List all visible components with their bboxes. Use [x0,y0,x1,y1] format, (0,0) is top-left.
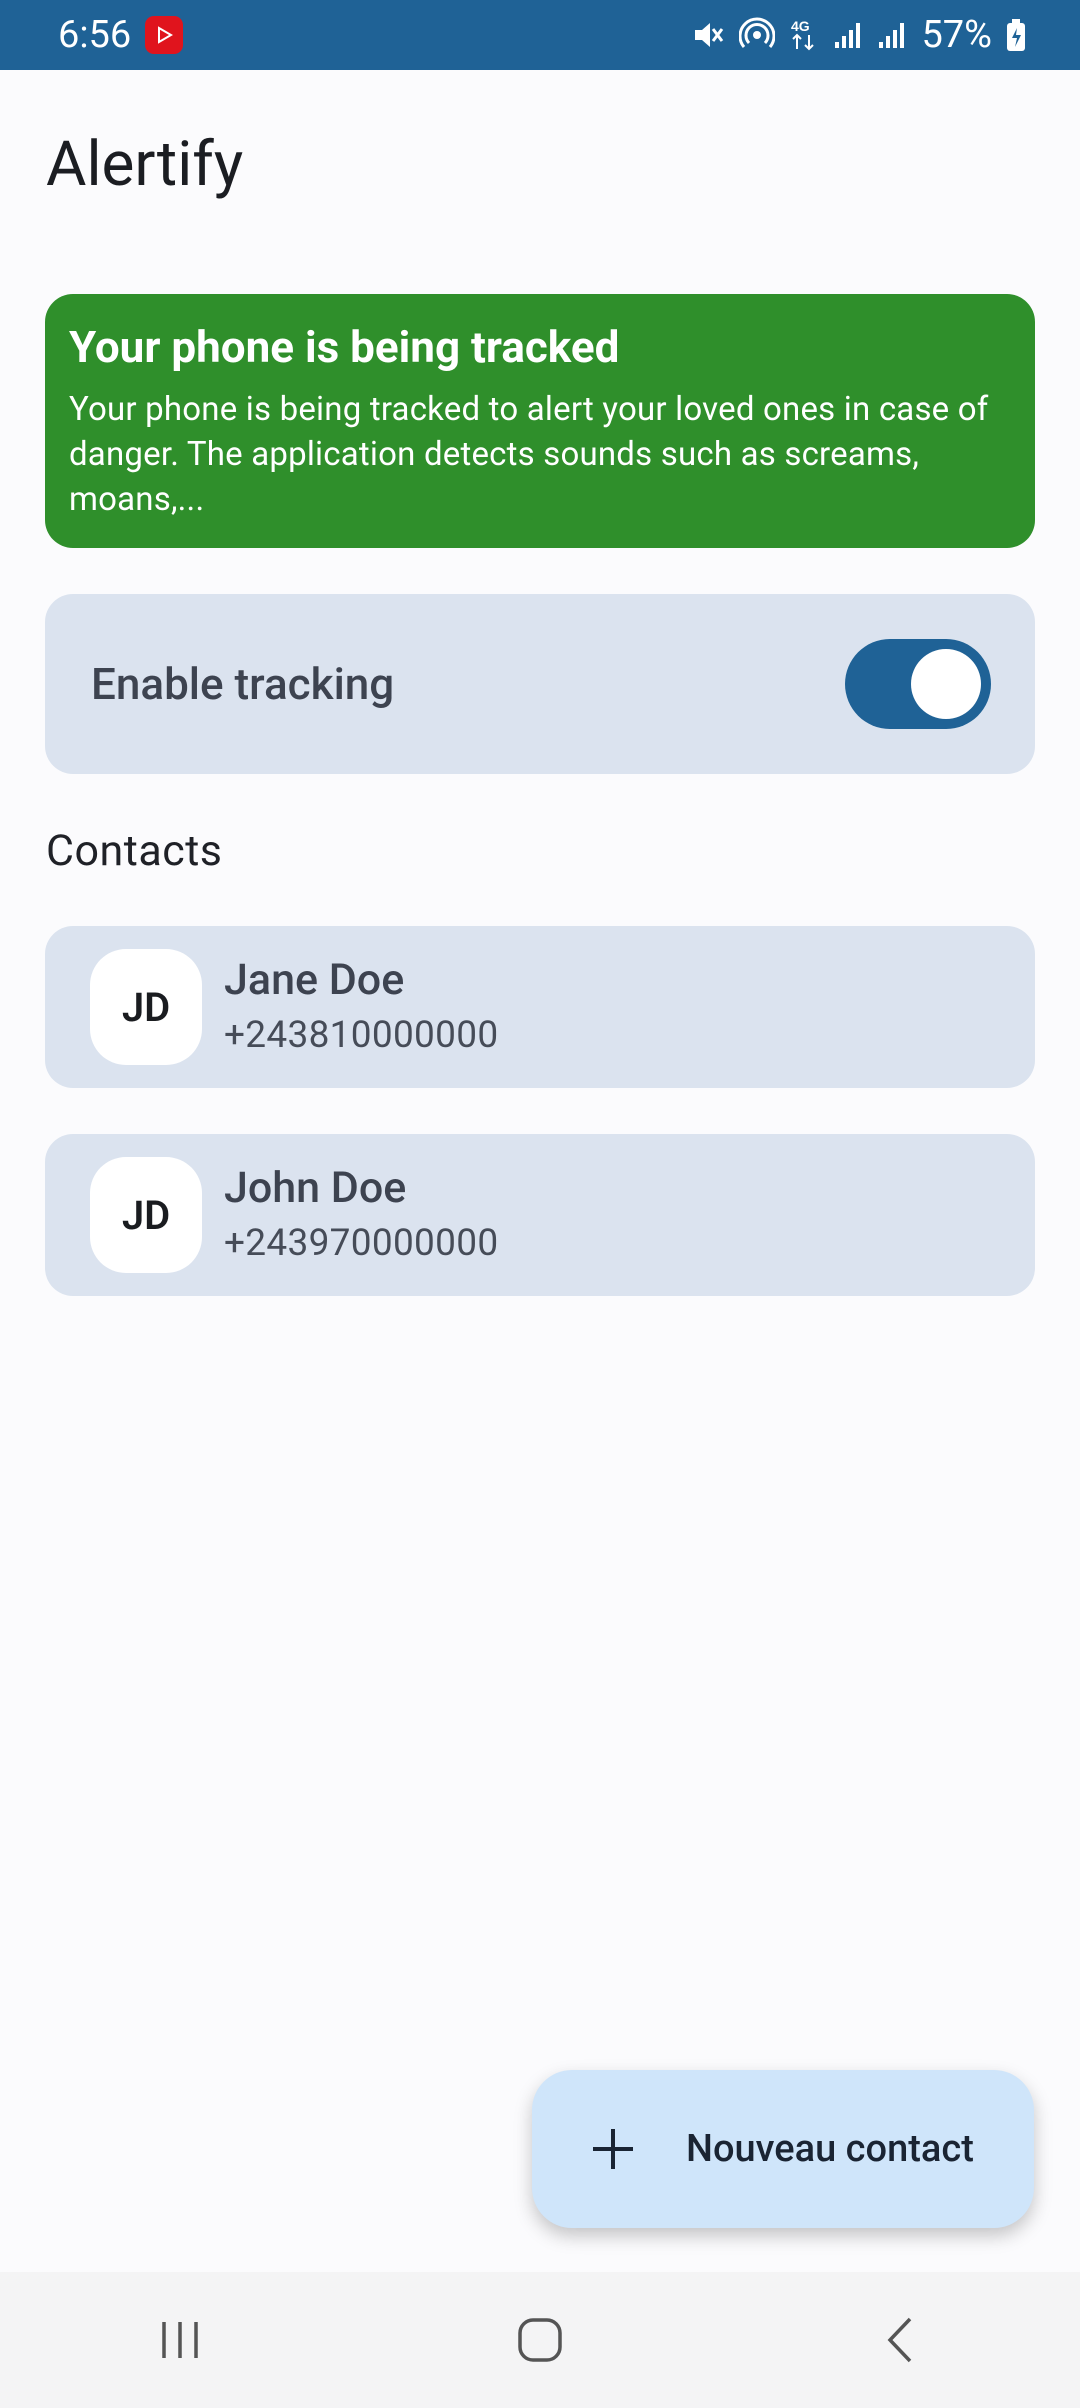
contacts-heading: Contacts [46,826,223,876]
hotspot-icon [739,17,776,53]
status-time: 6:56 [58,13,132,57]
new-contact-button[interactable]: Nouveau contact [532,2070,1034,2228]
status-bar: 6:56 4G 57% [0,0,1080,70]
new-contact-label: Nouveau contact [686,2127,974,2171]
back-icon[interactable] [840,2290,960,2390]
plus-icon [586,2122,640,2176]
mute-icon [691,18,725,52]
signal-icon [877,20,907,50]
battery-percent: 57% [921,13,992,57]
contact-name: Jane Doe [224,954,405,1005]
contact-phone: +243970000000 [224,1222,499,1266]
signal-icon [833,20,863,50]
system-nav-bar [0,2272,1080,2408]
app-title: Alertify [46,128,244,201]
contact-item[interactable]: JD John Doe +243970000000 [45,1134,1035,1296]
banner-title: Your phone is being tracked [69,321,620,373]
4g-icon: 4G [789,17,819,53]
tracking-banner: Your phone is being tracked Your phone i… [45,294,1035,548]
tracking-switch[interactable] [845,639,991,729]
battery-icon [1006,18,1026,52]
contact-phone: +243810000000 [224,1014,499,1058]
avatar: JD [90,1157,202,1273]
tracking-toggle-card[interactable]: Enable tracking [45,594,1035,774]
recent-apps-icon[interactable] [120,2290,240,2390]
home-icon[interactable] [480,2290,600,2390]
tracking-label: Enable tracking [91,658,395,710]
svg-text:4G: 4G [791,18,810,34]
banner-text: Your phone is being tracked to alert you… [69,389,989,519]
switch-knob [911,649,981,719]
contact-item[interactable]: JD Jane Doe +243810000000 [45,926,1035,1088]
youtube-icon [145,16,184,54]
contact-name: John Doe [224,1162,407,1213]
avatar: JD [90,949,202,1065]
